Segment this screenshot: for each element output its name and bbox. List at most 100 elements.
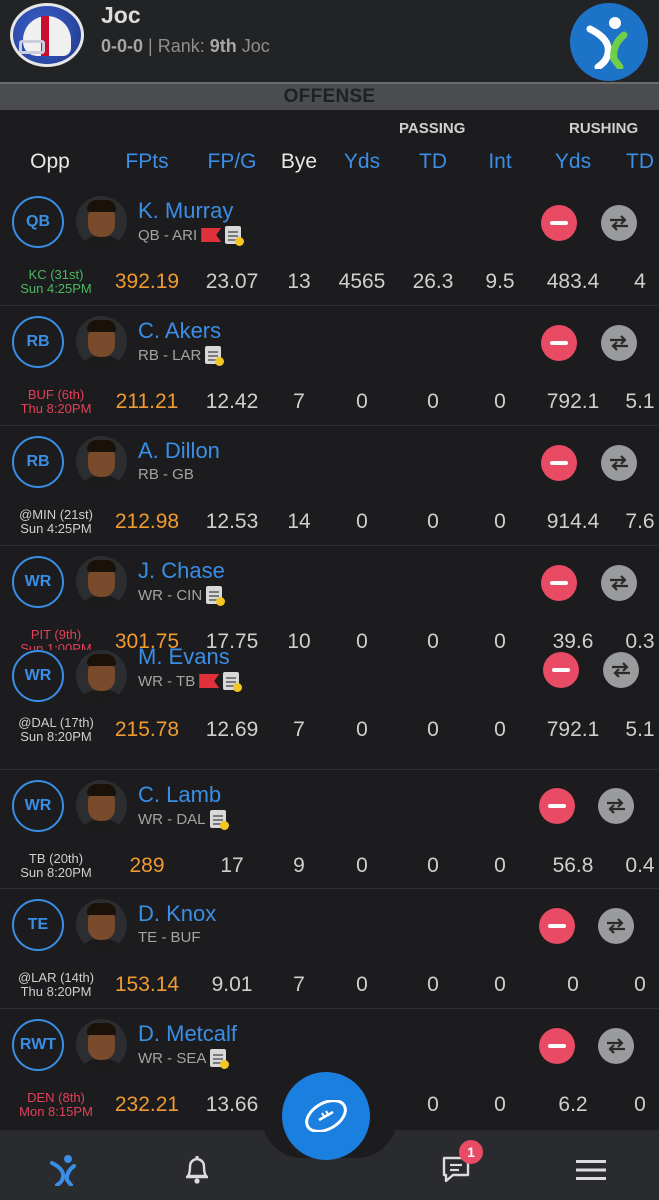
- trade-button[interactable]: [598, 788, 634, 824]
- opponent-team: @LAR (14th): [17, 970, 95, 985]
- stat-rush-yds: 914.4: [546, 510, 600, 533]
- col-rush-yds[interactable]: Yds: [555, 150, 591, 174]
- trade-button[interactable]: [601, 445, 637, 481]
- player-team: TE - BUF: [138, 929, 201, 946]
- stat-rush-td: 0.4: [625, 854, 655, 877]
- player-name[interactable]: A. Dillon: [138, 438, 220, 464]
- opponent-cell: @LAR (14th) Thu 8:20PM: [4, 971, 108, 999]
- player-row[interactable]: WR M. Evans WR - TB @DAL (17th) Sun 8:20P…: [0, 644, 659, 770]
- trade-button[interactable]: [601, 565, 637, 601]
- record-divider: |: [148, 36, 158, 56]
- player-name[interactable]: D. Knox: [138, 901, 216, 927]
- flag-icon[interactable]: [201, 228, 222, 242]
- game-time: Mon 8:15PM: [19, 1104, 93, 1119]
- stat-pass-td: 0: [427, 510, 439, 533]
- stat-pass-yds: 0: [356, 510, 368, 533]
- player-name[interactable]: M. Evans: [138, 644, 230, 670]
- player-team-label: RB - GB: [138, 466, 194, 483]
- stat-pass-int: 0: [494, 1093, 506, 1116]
- stat-fpts: 232.21: [114, 1093, 180, 1116]
- team-record: 0-0-0 | Rank: 9th Joc: [101, 36, 270, 57]
- stat-rush-yds: 0: [567, 973, 579, 996]
- player-team-label: WR - SEA: [138, 1049, 207, 1067]
- player-row[interactable]: WR J. Chase WR - CIN PIT (9th) Sun 1:00PM…: [0, 546, 659, 656]
- stat-pass-td: 0: [427, 390, 439, 413]
- player-name[interactable]: C. Akers: [138, 318, 221, 344]
- player-name[interactable]: D. Metcalf: [138, 1021, 237, 1047]
- notes-icon[interactable]: [223, 672, 243, 692]
- position-badge: TE: [12, 899, 64, 951]
- app-logo-nav-icon[interactable]: [46, 1152, 82, 1188]
- bell-icon[interactable]: [179, 1152, 215, 1188]
- player-row[interactable]: WR C. Lamb WR - DAL TB (20th) Sun 8:20PM …: [0, 770, 659, 889]
- notes-icon[interactable]: [225, 226, 245, 246]
- stat-fpts: 392.19: [114, 270, 180, 293]
- stat-pass-int: 0: [494, 973, 506, 996]
- drop-button[interactable]: [541, 565, 577, 601]
- player-row[interactable]: RB C. Akers RB - LAR BUF (6th) Thu 8:20PM…: [0, 306, 659, 426]
- trade-button[interactable]: [601, 325, 637, 361]
- col-opp[interactable]: Opp: [30, 150, 70, 174]
- stat-pass-int: 9.5: [485, 270, 515, 293]
- col-pass-int[interactable]: Int: [488, 150, 511, 174]
- opponent-team: @MIN (21st): [19, 507, 93, 522]
- stat-fpts: 153.14: [114, 973, 180, 996]
- notes-icon[interactable]: [210, 1049, 230, 1069]
- stat-fpg: 12.53: [205, 510, 259, 533]
- stat-pass-yds: 0: [356, 854, 368, 877]
- notes-icon[interactable]: [205, 346, 225, 366]
- trade-button[interactable]: [598, 908, 634, 944]
- opponent-team: TB (20th): [28, 851, 84, 866]
- col-rush-td[interactable]: TD: [626, 150, 654, 174]
- drop-button[interactable]: [541, 325, 577, 361]
- player-row[interactable]: TE D. Knox TE - BUF @LAR (14th) Thu 8:20P…: [0, 889, 659, 1009]
- stat-fpg: 12.69: [205, 718, 259, 741]
- player-row[interactable]: QB K. Murray QB - ARI KC (31st) Sun 4:25P…: [0, 186, 659, 306]
- col-pass-yds[interactable]: Yds: [344, 150, 380, 174]
- player-team-label: WR - TB: [138, 672, 196, 690]
- opponent-cell: KC (31st) Sun 4:25PM: [4, 268, 108, 296]
- position-badge: WR: [12, 650, 64, 702]
- player-row[interactable]: RB A. Dillon RB - GB @MIN (21st) Sun 4:25…: [0, 426, 659, 546]
- col-bye[interactable]: Bye: [281, 150, 317, 174]
- drop-button[interactable]: [539, 1028, 575, 1064]
- player-name[interactable]: C. Lamb: [138, 782, 221, 808]
- trade-button[interactable]: [601, 205, 637, 241]
- game-time: Thu 8:20PM: [20, 401, 92, 416]
- notes-icon[interactable]: [209, 810, 229, 830]
- col-fpts[interactable]: FPts: [125, 150, 168, 174]
- football-icon[interactable]: [282, 1072, 370, 1160]
- team-logo[interactable]: [10, 3, 84, 67]
- stat-fpts: 211.21: [115, 390, 179, 413]
- flag-icon[interactable]: [199, 674, 220, 688]
- drop-button[interactable]: [539, 908, 575, 944]
- drop-button[interactable]: [541, 205, 577, 241]
- trade-button[interactable]: [603, 652, 639, 688]
- rank-label: Rank:: [157, 36, 205, 56]
- col-fpg[interactable]: FP/G: [207, 150, 256, 174]
- drop-button[interactable]: [539, 788, 575, 824]
- stat-rush-td: 7.6: [625, 510, 655, 533]
- player-avatar: [76, 780, 127, 831]
- col-pass-td[interactable]: TD: [419, 150, 447, 174]
- trade-button[interactable]: [598, 1028, 634, 1064]
- player-name[interactable]: K. Murray: [138, 198, 233, 224]
- stat-pass-yds: 4565: [338, 270, 386, 293]
- opponent-cell: @DAL (17th) Sun 8:20PM: [4, 716, 108, 744]
- player-team-label: WR - CIN: [138, 586, 203, 604]
- drop-button[interactable]: [543, 652, 579, 688]
- stat-pass-td: 0: [427, 1093, 439, 1116]
- stat-rush-td: 0: [634, 1093, 646, 1116]
- app-logo-icon[interactable]: [570, 3, 648, 81]
- notification-badge: 1: [459, 1140, 483, 1164]
- player-name[interactable]: J. Chase: [138, 558, 225, 584]
- player-team: QB - ARI: [138, 226, 245, 246]
- record-value: 0-0-0: [101, 36, 144, 56]
- opponent-team: BUF (6th): [27, 387, 85, 402]
- player-avatar: [76, 556, 127, 607]
- hamburger-menu-icon[interactable]: [573, 1152, 609, 1188]
- notes-icon[interactable]: [206, 586, 226, 606]
- stat-fpg: 13.66: [205, 1093, 259, 1116]
- stat-fpg: 9.01: [211, 973, 253, 996]
- drop-button[interactable]: [541, 445, 577, 481]
